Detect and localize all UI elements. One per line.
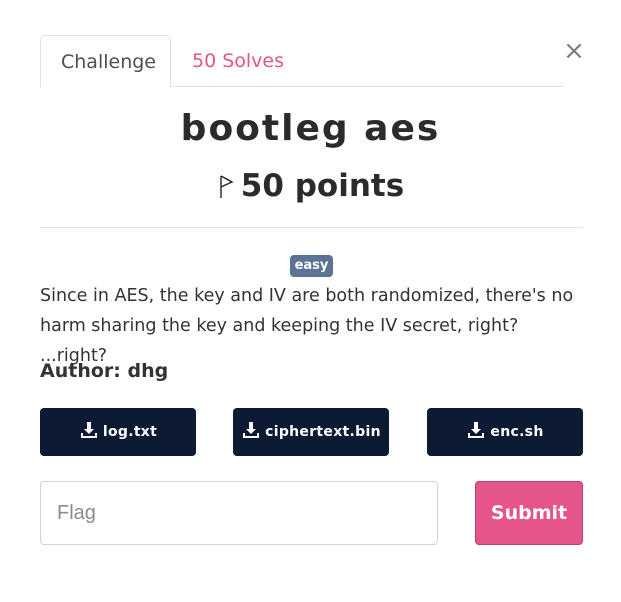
challenge-description: Since in AES, the key and IV are both ra… [40,286,574,366]
download-icon [79,420,103,444]
challenge-title: bootleg aes [180,108,441,149]
file-label: ciphertext.bin [265,424,381,440]
challenge-modal: × Challenge 50 Solves bootleg aes 50 poi… [0,0,621,602]
tab-solves[interactable]: 50 Solves [172,35,304,87]
download-enc-button[interactable]: enc.sh [427,408,583,456]
difficulty-badge: easy [290,255,333,277]
file-label: log.txt [102,424,158,440]
download-log-button[interactable]: log.txt [40,408,196,456]
divider [40,227,583,228]
challenge-author: Author: dhg [40,360,169,382]
download-icon [466,420,490,444]
flag-input[interactable] [40,481,438,545]
close-button[interactable]: × [562,38,586,66]
tab-bar: Challenge 50 Solves [40,35,564,88]
points-label: 50 points [240,168,405,204]
submit-button[interactable]: Submit [475,481,583,545]
download-icon [241,420,265,444]
flag-icon [217,172,235,200]
download-ciphertext-button[interactable]: ciphertext.bin [233,408,389,456]
challenge-points: 50 points [0,168,621,204]
tab-challenge[interactable]: Challenge [40,35,171,88]
file-label: enc.sh [490,424,544,440]
